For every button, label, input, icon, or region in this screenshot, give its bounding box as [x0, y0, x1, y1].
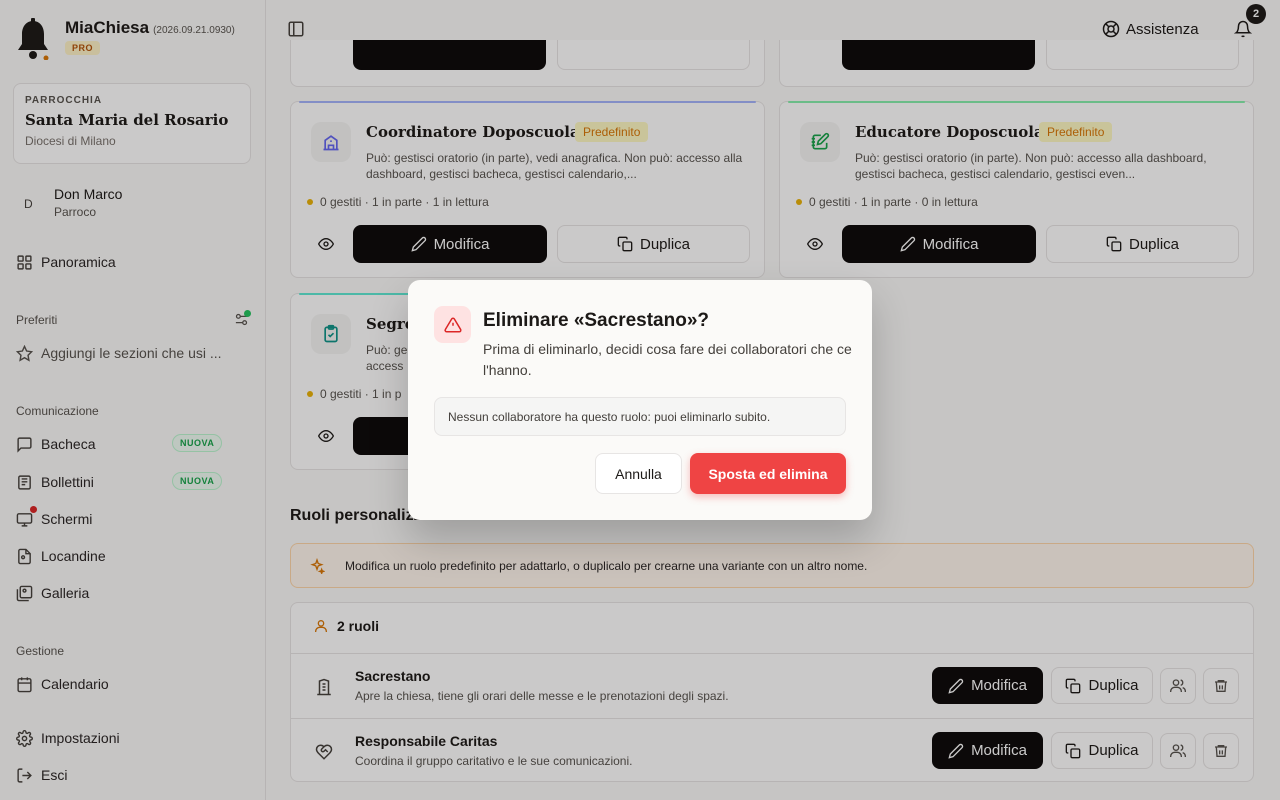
dialog-note: Nessun collaboratore ha questo ruolo: pu… [434, 397, 846, 436]
cancel-button[interactable]: Annulla [595, 453, 682, 494]
delete-role-dialog: Eliminare «Sacrestano»? Prima di elimina… [408, 280, 872, 520]
warning-icon [434, 306, 471, 343]
dialog-title: Eliminare «Sacrestano»? [483, 310, 709, 331]
dialog-text: Prima di eliminarlo, decidi cosa fare de… [483, 341, 852, 378]
move-and-delete-button[interactable]: Sposta ed elimina [690, 453, 846, 494]
